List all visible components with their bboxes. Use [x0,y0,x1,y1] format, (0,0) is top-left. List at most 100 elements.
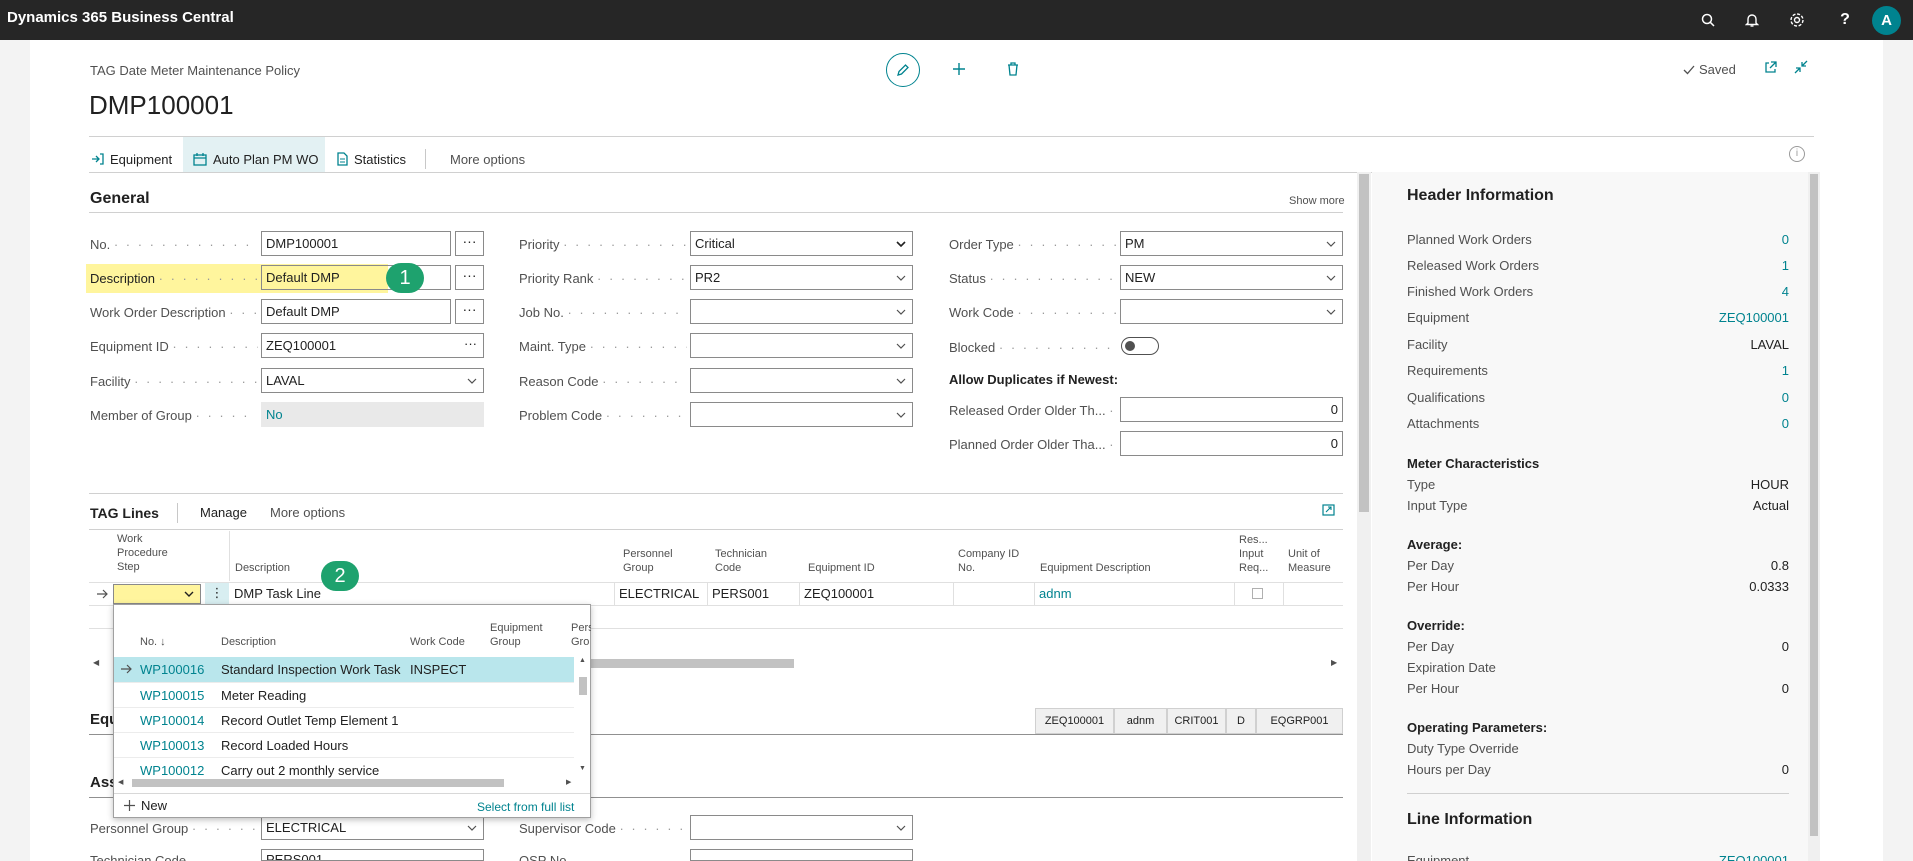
app-title[interactable]: Dynamics 365 Business Central [7,9,234,26]
delete-button[interactable] [1003,59,1023,79]
col-res-input-req[interactable]: Res... Input Req... [1239,533,1268,575]
gear-icon[interactable] [1786,9,1808,31]
factbox-vertical-scrollbar[interactable] [1808,172,1820,861]
scrollbar-thumb[interactable] [1359,174,1369,512]
released-older-field[interactable]: 0 [1120,397,1343,422]
osp-no-field[interactable] [690,849,913,861]
action-auto-plan[interactable]: Auto Plan PM WO [193,148,318,170]
action-statistics[interactable]: Statistics [337,148,406,170]
open-new-window-button[interactable] [1764,60,1778,77]
lookup-col-work-code[interactable]: Work Code [410,635,465,649]
col-work-procedure-step[interactable]: Work Procedure Step [117,532,168,574]
lookup-horizontal-scrollbar[interactable]: ◀ ▶ [118,777,574,789]
factbox-row-value[interactable]: 0 [1782,416,1789,431]
table-row[interactable]: ⋮ DMP Task Line ELECTRICAL PERS001 ZEQ10… [89,583,1343,605]
priority-rank-field[interactable]: PR2 [690,265,913,290]
lookup-row[interactable]: WP100014 Record Outlet Temp Element 1 [114,707,574,732]
reason-code-field[interactable] [690,368,913,393]
description-assist-button[interactable]: ··· [455,265,484,290]
factbox-row-value[interactable]: 0 [1782,232,1789,247]
lookup-dropdown[interactable]: No. ↓ Description Work Code Equipment Gr… [113,604,591,818]
work-code-field[interactable] [1120,299,1343,324]
lookup-col-description[interactable]: Description [221,635,276,649]
lookup-col-personnel-group[interactable]: Pers Gro [571,621,591,649]
status-field[interactable]: NEW [1120,265,1343,290]
row-res-input-cell[interactable] [1235,583,1284,605]
search-icon[interactable] [1697,9,1719,31]
select-from-full-list-link[interactable]: Select from full list [477,800,574,814]
col-description[interactable]: Description [235,561,290,575]
equipment-id-field[interactable]: ZEQ100001 ··· [261,333,484,358]
new-button[interactable] [949,59,969,79]
col-equipment-id[interactable]: Equipment ID [808,561,875,575]
help-icon[interactable]: ? [1834,9,1856,31]
scrollbar-thumb[interactable] [589,659,794,668]
maint-type-field[interactable] [690,333,913,358]
scroll-left-icon[interactable]: ◀ [118,778,123,786]
lookup-row-no[interactable]: WP100014 [140,713,204,728]
scroll-right-icon[interactable]: ▶ [1331,658,1337,667]
collapse-button[interactable] [1794,60,1808,77]
factbox-row-value[interactable]: 1 [1782,258,1789,273]
col-technician-code[interactable]: Technician Code [715,547,767,575]
factbox-row-value[interactable]: 1 [1782,363,1789,378]
col-unit-of-measure[interactable]: Unit of Measure [1288,547,1331,575]
technician-code-field[interactable]: PERS001 [261,849,484,861]
job-no-field[interactable] [690,299,913,324]
lookup-row[interactable]: WP100015 Meter Reading [114,682,574,707]
edit-button[interactable] [886,53,920,87]
expand-lines-icon[interactable] [1322,504,1335,519]
row-technician-code[interactable]: PERS001 [708,583,800,605]
row-company-id[interactable] [954,583,1035,605]
blocked-toggle[interactable] [1121,337,1159,355]
scroll-down-icon[interactable]: ▼ [579,765,586,772]
lookup-col-no[interactable]: No. ↓ [140,635,166,649]
col-equipment-description[interactable]: Equipment Description [1040,561,1151,575]
factbox-row-value[interactable]: ZEQ100001 [1719,310,1789,325]
wo-description-assist-button[interactable]: ··· [455,299,484,324]
priority-select[interactable]: Critical [690,231,913,256]
lookup-row[interactable]: WP100016 Standard Inspection Work Task I… [114,657,574,682]
problem-code-field[interactable] [690,402,913,427]
row-equipment-id[interactable]: ZEQ100001 [800,583,954,605]
no-field[interactable]: DMP100001 [261,231,451,256]
scrollbar-thumb[interactable] [579,677,587,695]
lookup-row-no[interactable]: WP100015 [140,688,204,703]
factbox-row-value[interactable]: 4 [1782,284,1789,299]
row-res-input-checkbox[interactable] [1252,588,1263,599]
scrollbar-thumb[interactable] [132,779,504,787]
wo-description-field[interactable]: Default DMP [261,299,451,324]
bell-icon[interactable] [1741,9,1763,31]
member-of-group-field[interactable]: No [261,402,484,427]
lookup-row-no[interactable]: WP100013 [140,738,204,753]
lookup-row-no[interactable]: WP100012 [140,763,204,778]
scrollbar-thumb[interactable] [1810,174,1818,836]
no-assist-button[interactable]: ··· [455,231,484,256]
supervisor-code-field[interactable] [690,815,913,840]
lines-manage[interactable]: Manage [200,505,247,520]
lines-more-options[interactable]: More options [270,505,345,520]
col-company-id[interactable]: Company ID No. [958,547,1019,575]
lookup-row[interactable]: WP100013 Record Loaded Hours [114,732,574,757]
order-type-field[interactable]: PM [1120,231,1343,256]
scroll-right-icon[interactable]: ▶ [566,778,571,786]
row-description[interactable]: DMP Task Line [230,583,615,605]
row-equipment-description[interactable]: adnm [1035,583,1235,605]
personnel-group-field[interactable]: ELECTRICAL [261,815,484,840]
content-vertical-scrollbar[interactable] [1357,172,1371,861]
show-more-link[interactable]: Show more [1289,195,1345,207]
col-personnel-group[interactable]: Personnel Group [623,547,673,575]
scroll-left-icon[interactable]: ◀ [93,658,99,667]
info-icon[interactable]: i [1789,146,1805,162]
lookup-row-no[interactable]: WP100016 [140,662,204,677]
lookup-vertical-scrollbar[interactable]: ▲ ▼ [577,657,589,775]
planned-older-field[interactable]: 0 [1120,431,1343,456]
row-actions-button[interactable]: ⋮ [205,583,229,605]
lookup-new-button[interactable]: New [124,798,167,813]
factbox-row-value[interactable]: 0 [1782,390,1789,405]
scroll-up-icon[interactable]: ▲ [579,657,586,664]
row-personnel-group[interactable]: ELECTRICAL [615,583,708,605]
avatar[interactable]: A [1872,6,1901,35]
action-more-options[interactable]: More options [450,148,525,170]
factbox-row-value[interactable]: ZEQ100001 [1719,853,1789,861]
